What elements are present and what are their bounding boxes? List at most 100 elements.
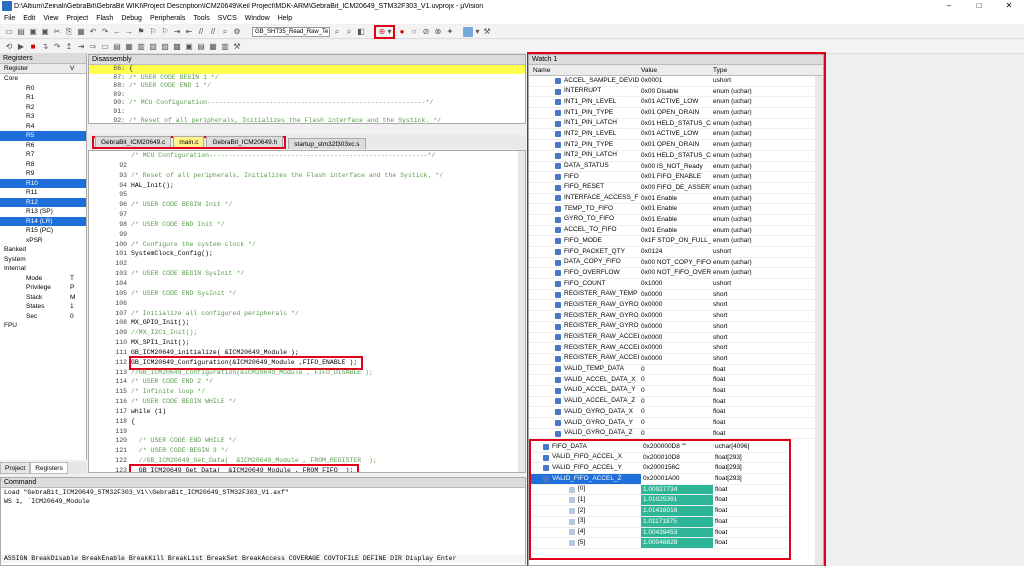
watch-row[interactable]: INT1_PIN_LEVEL 0x01 ACTIVE_LOW enum (uchar… xyxy=(529,97,823,109)
symbols-window-icon[interactable]: ▦ xyxy=(124,42,134,52)
step-into-icon[interactable]: ↴ xyxy=(40,42,50,52)
menu-item-debug[interactable]: Debug xyxy=(117,15,146,22)
bookmark-prev-icon[interactable]: ⚐ xyxy=(148,27,158,37)
watch-row[interactable]: [4] 1.00439453 float xyxy=(531,527,789,539)
watch-row[interactable]: INTERRUPT 0x00 Disable enum (uchar) xyxy=(529,87,823,98)
command-window-icon[interactable]: ▭ xyxy=(100,42,110,52)
menu-item-view[interactable]: View xyxy=(39,15,62,22)
watch-row[interactable]: FIFO 0x01 FIFO_ENABLE enum (uchar) xyxy=(529,172,823,183)
watch-row[interactable]: VALID_GYRO_DATA_X 0 float xyxy=(529,407,823,418)
watch-row[interactable]: INTERFACE_ACCESS_FIFO0x01 Enable enum (uc… xyxy=(529,194,823,205)
watch-row[interactable]: REGISTER_RAW_ACCEL_Y0x0000 short xyxy=(529,343,823,354)
watch-row[interactable]: VALID_FIFO_ACCEL_Z 0x20001A00 float[293] xyxy=(531,474,789,485)
settings-icon[interactable]: ⚙ xyxy=(232,27,242,37)
register-row[interactable]: Sec 0 xyxy=(0,312,86,322)
register-row[interactable]: R6 xyxy=(0,141,86,151)
editor-scrollbar[interactable] xyxy=(518,151,525,472)
register-row[interactable]: States 1 xyxy=(0,302,86,312)
register-row[interactable]: Banked xyxy=(0,245,86,255)
menu-item-file[interactable]: File xyxy=(0,15,19,22)
stop-icon[interactable]: ■ xyxy=(28,42,38,52)
watch-row[interactable]: REGISTER_RAW_GYRO_Y 0x0000 short xyxy=(529,311,823,322)
indent-icon[interactable]: ⇥ xyxy=(172,27,182,37)
watch-row[interactable]: [1] 1.01025391 float xyxy=(531,495,789,507)
undo-icon[interactable]: ↶ xyxy=(88,27,98,37)
register-row[interactable]: R14 (LR) xyxy=(0,216,86,226)
save-all-icon[interactable]: ▣ xyxy=(40,27,50,37)
register-row[interactable]: Internal xyxy=(0,264,86,274)
watch-row[interactable]: REGISTER_RAW_TEMP 0x0000 short xyxy=(529,290,823,301)
open-icon[interactable]: ▤ xyxy=(16,27,26,37)
register-row[interactable]: R2 xyxy=(0,103,86,113)
new-file-icon[interactable]: ▭ xyxy=(4,27,14,37)
watch-row[interactable]: VALID_FIFO_ACCEL_Y 0x2000156C float[293] xyxy=(531,463,789,475)
watch-scrollbar[interactable] xyxy=(815,76,823,565)
tab-project[interactable]: Project xyxy=(0,462,31,474)
watch-row[interactable]: [0] 1.00927734 float xyxy=(531,484,789,496)
register-row[interactable]: R0 xyxy=(0,84,86,94)
register-row[interactable]: R12 xyxy=(0,197,86,207)
watch-row[interactable]: DATA_STATUS 0x00 IS_NOT_Ready enum (uchar) xyxy=(529,162,823,173)
menu-item-peripherals[interactable]: Peripherals xyxy=(146,15,189,22)
watch-row[interactable]: INT2_PIN_TYPE 0x01 OPEN_DRAIN enum (uchar) xyxy=(529,140,823,151)
save-icon[interactable]: ▣ xyxy=(28,27,38,37)
start-debug-icon[interactable]: ⊕ xyxy=(377,27,387,37)
reset-icon[interactable]: ⟲ xyxy=(4,42,14,52)
register-row[interactable]: Stack M xyxy=(0,293,86,303)
watch-row[interactable]: TEMP_TO_FIFO 0x01 Enable enum (uchar) xyxy=(529,204,823,215)
step-over-icon[interactable]: ↷ xyxy=(52,42,62,52)
browse-icon[interactable]: ◧ xyxy=(356,27,366,37)
watch-row[interactable]: VALID_FIFO_ACCEL_X 0x200010D8 float[293] xyxy=(531,453,789,464)
register-row[interactable]: R4 xyxy=(0,122,86,132)
watch-row[interactable]: INT1_PIN_LATCH 0x01 HELD_STATUS_CL...enum… xyxy=(529,119,823,130)
unindent-icon[interactable]: ⇤ xyxy=(184,27,194,37)
register-row[interactable]: R3 xyxy=(0,112,86,122)
tab-gebrabit-icm20649-c[interactable]: GebraBit_ICM20649.c xyxy=(95,136,172,147)
chevron-down-icon[interactable]: ▾ xyxy=(387,27,392,37)
comment-icon[interactable]: // xyxy=(196,27,206,37)
tab-main-c[interactable]: main.c xyxy=(173,136,205,147)
watch-row[interactable]: FIFO_RESET 0x00 FIFO_DE_ASSERT enum (uchar… xyxy=(529,183,823,194)
forward-icon[interactable]: → xyxy=(124,27,134,37)
registers-window-icon[interactable]: ▥ xyxy=(136,42,146,52)
register-row[interactable]: System xyxy=(0,255,86,265)
find-in-files-icon[interactable]: ⌕ xyxy=(332,27,342,37)
watch-row[interactable]: [3] 1.01171875 float xyxy=(531,516,789,528)
configure-icon[interactable]: ⚒ xyxy=(482,27,492,37)
analysis-window-icon[interactable]: ▤ xyxy=(196,42,206,52)
register-row[interactable]: Privilege P xyxy=(0,283,86,293)
watch-row[interactable]: REGISTER_RAW_ACCEL_X0x0000 short xyxy=(529,333,823,344)
watch-row[interactable]: VALID_GYRO_DATA_Z 0 float xyxy=(529,429,823,440)
system-viewer-icon[interactable]: ▥ xyxy=(220,42,230,52)
watch-row[interactable]: INT1_PIN_TYPE 0x01 OPEN_DRAIN enum (uchar) xyxy=(529,108,823,119)
register-row[interactable]: Core xyxy=(0,74,86,84)
copy-icon[interactable]: ⎘ xyxy=(64,27,74,37)
watch-row[interactable]: REGISTER_RAW_ACCEL_Z0x0000 short xyxy=(529,354,823,365)
bookmark-icon[interactable]: ⚑ xyxy=(136,27,146,37)
watch-row[interactable]: REGISTER_RAW_GYRO_X 0x0000 short xyxy=(529,300,823,312)
watch-row[interactable]: VALID_GYRO_DATA_Y 0 float xyxy=(529,418,823,429)
redo-icon[interactable]: ↷ xyxy=(100,27,110,37)
breakpoint-kill-icon[interactable]: ⊗ xyxy=(433,27,443,37)
breakpoint-toggle-icon[interactable]: ○ xyxy=(409,27,419,37)
watch-row[interactable]: INT2_PIN_LEVEL 0x01 ACTIVE_LOW enum (uchar… xyxy=(529,129,823,141)
register-row[interactable]: R13 (SP) xyxy=(0,207,86,217)
register-row[interactable]: R9 xyxy=(0,169,86,179)
watch-row[interactable]: REGISTER_RAW_GYRO_Z 0x0000 short xyxy=(529,322,823,333)
run-to-cursor-icon[interactable]: ⇥ xyxy=(76,42,86,52)
watch-row[interactable]: DATA_COPY_FIFO 0x00 NOT_COPY_FIFO enum (uc… xyxy=(529,258,823,269)
close-icon[interactable]: ✕ xyxy=(994,0,1024,12)
watch-row[interactable]: INT2_PIN_LATCH 0x01 HELD_STATUS_CL...enum… xyxy=(529,151,823,162)
watch-row[interactable]: FIFO_COUNT 0x1000 ushort xyxy=(529,279,823,290)
register-row[interactable]: R15 (PC) xyxy=(0,226,86,236)
menu-item-help[interactable]: Help xyxy=(274,15,296,22)
watch-row[interactable]: VALID_TEMP_DATA 0 float xyxy=(529,365,823,376)
options-icon[interactable]: ✦ xyxy=(445,27,455,37)
memory-window-icon[interactable]: ▩ xyxy=(172,42,182,52)
target-select[interactable]: GB_SHT35_Read_Raw_Te xyxy=(252,26,330,37)
watch-row[interactable]: [2] 1.01416016 float xyxy=(531,506,789,517)
breakpoint-icon[interactable]: ● xyxy=(397,27,407,37)
watch-row[interactable]: FIFO_OVERFLOW 0x00 NOT_FIFO_OVER... enum (… xyxy=(529,268,823,280)
register-row[interactable]: R1 xyxy=(0,93,86,103)
run-icon[interactable]: ▶ xyxy=(16,42,26,52)
